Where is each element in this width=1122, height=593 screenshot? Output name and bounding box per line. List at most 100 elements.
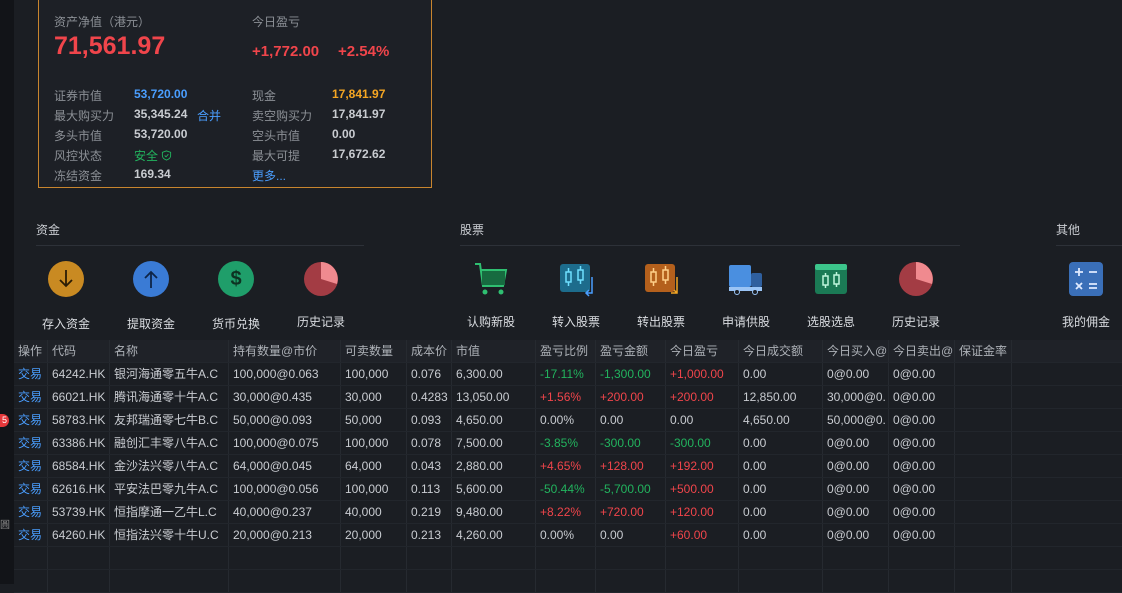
cash-value[interactable]: 17,841.97 xyxy=(332,87,385,101)
cell-sellable-qty: 30,000 xyxy=(341,386,407,408)
withdraw-button[interactable]: 提取资金 xyxy=(111,259,191,332)
today-pl-percent: +2.54% xyxy=(338,43,390,60)
cell-pl-amount: +200.00 xyxy=(596,386,666,408)
col-header-action[interactable]: 操作 xyxy=(14,340,48,362)
col-header-cost-price[interactable]: 成本价 xyxy=(407,340,452,362)
candlestick-out-icon xyxy=(641,259,681,299)
cell-today-pl: +120.00 xyxy=(666,501,739,523)
row-filler xyxy=(1012,455,1122,477)
max-withdrawable-label: 最大可提 xyxy=(252,149,301,163)
col-header-code[interactable]: 代码 xyxy=(48,340,110,362)
cell-code: 58783.HK xyxy=(48,409,110,431)
trade-link[interactable]: 交易 xyxy=(14,501,48,523)
transfer-in-button[interactable]: 转入股票 xyxy=(536,259,616,330)
stocks-divider xyxy=(460,245,960,246)
col-header-market-value[interactable]: 市值 xyxy=(452,340,536,362)
cell-pl-amount: -5,700.00 xyxy=(596,478,666,500)
col-header-today-sell[interactable]: 今日卖出@ xyxy=(889,340,955,362)
candlestick-in-icon xyxy=(556,259,596,299)
cell-today-turnover: 0.00 xyxy=(739,501,823,523)
short-buying-power-label: 卖空购买力 xyxy=(252,109,313,123)
table-row[interactable]: 交易 63386.HK 融创汇丰零八牛A.C 100,000@0.075 100,000… xyxy=(14,432,1122,455)
stocks-history-button[interactable]: 历史记录 xyxy=(876,259,956,330)
cell-cost-price: 0.213 xyxy=(407,524,452,546)
net-asset-label: 资产净值（港元） xyxy=(54,15,151,29)
rights-issue-button[interactable]: 申请供股 xyxy=(706,259,786,330)
table-row[interactable]: 交易 62616.HK 平安法巴零九牛A.C 100,000@0.056 100,000… xyxy=(14,478,1122,501)
market-value[interactable]: 53,720.00 xyxy=(134,87,187,101)
trade-link[interactable]: 交易 xyxy=(14,455,48,477)
currency-exchange-button[interactable]: $ 货币兑换 xyxy=(196,259,276,332)
cell-today-turnover: 0.00 xyxy=(739,524,823,546)
cell-pl-ratio: 0.00% xyxy=(536,524,596,546)
cell-pl-ratio: -3.85% xyxy=(536,432,596,454)
sidebar-glyph: 圓 xyxy=(0,520,10,531)
cell-today-buy: 50,000@0. xyxy=(823,409,889,431)
table-row[interactable]: 交易 58783.HK 友邦瑞通零七牛B.C 50,000@0.093 50,000 0.… xyxy=(14,409,1122,432)
cell-margin-ratio xyxy=(955,432,1012,454)
cell-cost-price: 0.076 xyxy=(407,363,452,385)
ipo-subscribe-button[interactable]: 认购新股 xyxy=(451,259,531,330)
trade-link[interactable]: 交易 xyxy=(14,478,48,500)
cell-hold-qty-price: 100,000@0.056 xyxy=(229,478,341,500)
col-header-today-turnover[interactable]: 今日成交额 xyxy=(739,340,823,362)
deposit-button[interactable]: 存入资金 xyxy=(26,259,106,332)
trade-link[interactable]: 交易 xyxy=(14,363,48,385)
shopping-cart-icon xyxy=(471,259,511,299)
cell-today-sell: 0@0.00 xyxy=(889,432,955,454)
stock-picking-button[interactable]: 选股选息 xyxy=(791,259,871,330)
table-row[interactable]: 交易 68584.HK 金沙法兴零八牛A.C 64,000@0.045 64,000 0.… xyxy=(14,455,1122,478)
frozen-funds-label: 冻结资金 xyxy=(54,169,103,183)
my-commission-button[interactable]: 我的佣金 xyxy=(1046,259,1122,330)
table-row[interactable]: 交易 66021.HK 腾讯海通零十牛A.C 30,000@0.435 30,000 0.… xyxy=(14,386,1122,409)
short-value: 0.00 xyxy=(332,127,356,141)
cell-hold-qty-price: 50,000@0.093 xyxy=(229,409,341,431)
funds-history-button[interactable]: 历史记录 xyxy=(281,259,361,330)
cell-market-value: 4,650.00 xyxy=(452,409,536,431)
pie-chart-icon xyxy=(301,259,341,299)
table-row[interactable]: 交易 53739.HK 恒指摩通一乙牛L.C 40,000@0.237 40,000 0.… xyxy=(14,501,1122,524)
cell-today-buy: 0@0.00 xyxy=(823,432,889,454)
col-header-hold-qty-price[interactable]: 持有数量@市价 xyxy=(229,340,341,362)
cell-cost-price: 0.093 xyxy=(407,409,452,431)
other-section-title: 其他 xyxy=(1056,223,1081,237)
cell-margin-ratio xyxy=(955,478,1012,500)
cell-market-value: 9,480.00 xyxy=(452,501,536,523)
today-pl-label: 今日盈亏 xyxy=(252,15,301,29)
transfer-out-button[interactable]: 转出股票 xyxy=(621,259,701,330)
cell-today-pl: +192.00 xyxy=(666,455,739,477)
cell-cost-price: 0.078 xyxy=(407,432,452,454)
funds-divider xyxy=(36,245,364,246)
row-filler xyxy=(1012,478,1122,500)
cell-today-turnover: 0.00 xyxy=(739,363,823,385)
col-header-pl-amount[interactable]: 盈亏金额 xyxy=(596,340,666,362)
cell-hold-qty-price: 100,000@0.075 xyxy=(229,432,341,454)
trade-link[interactable]: 交易 xyxy=(14,432,48,454)
cell-today-pl: +500.00 xyxy=(666,478,739,500)
col-header-pl-ratio[interactable]: 盈亏比例 xyxy=(536,340,596,362)
merge-link[interactable]: 合并 xyxy=(197,107,221,124)
cell-margin-ratio xyxy=(955,524,1012,546)
short-value-label: 空头市值 xyxy=(252,129,301,143)
cell-today-sell: 0@0.00 xyxy=(889,386,955,408)
cell-today-buy: 30,000@0. xyxy=(823,386,889,408)
other-divider xyxy=(1056,245,1122,246)
cell-name: 银河海通零五牛A.C xyxy=(110,363,229,385)
asset-summary-panel: 资产净值（港元） 71,561.97 今日盈亏 +1,772.00 +2.54%… xyxy=(38,0,432,188)
col-header-name[interactable]: 名称 xyxy=(110,340,229,362)
col-header-today-buy[interactable]: 今日买入@ xyxy=(823,340,889,362)
trade-link[interactable]: 交易 xyxy=(14,524,48,546)
cell-market-value: 13,050.00 xyxy=(452,386,536,408)
trade-link[interactable]: 交易 xyxy=(14,386,48,408)
cell-market-value: 5,600.00 xyxy=(452,478,536,500)
col-header-margin-ratio[interactable]: 保证金率 xyxy=(955,340,1012,362)
cell-today-pl: -300.00 xyxy=(666,432,739,454)
table-row[interactable]: 交易 64260.HK 恒指法兴零十牛U.C 20,000@0.213 20,000 0.… xyxy=(14,524,1122,547)
net-asset-value: 71,561.97 xyxy=(54,32,166,60)
trade-link[interactable]: 交易 xyxy=(14,409,48,431)
col-header-sellable-qty[interactable]: 可卖数量 xyxy=(341,340,407,362)
table-row[interactable]: 交易 64242.HK 银河海通零五牛A.C 100,000@0.063 100,000… xyxy=(14,363,1122,386)
more-link[interactable]: 更多... xyxy=(252,167,286,184)
col-header-today-pl[interactable]: 今日盈亏 xyxy=(666,340,739,362)
header-filler xyxy=(1012,340,1122,362)
